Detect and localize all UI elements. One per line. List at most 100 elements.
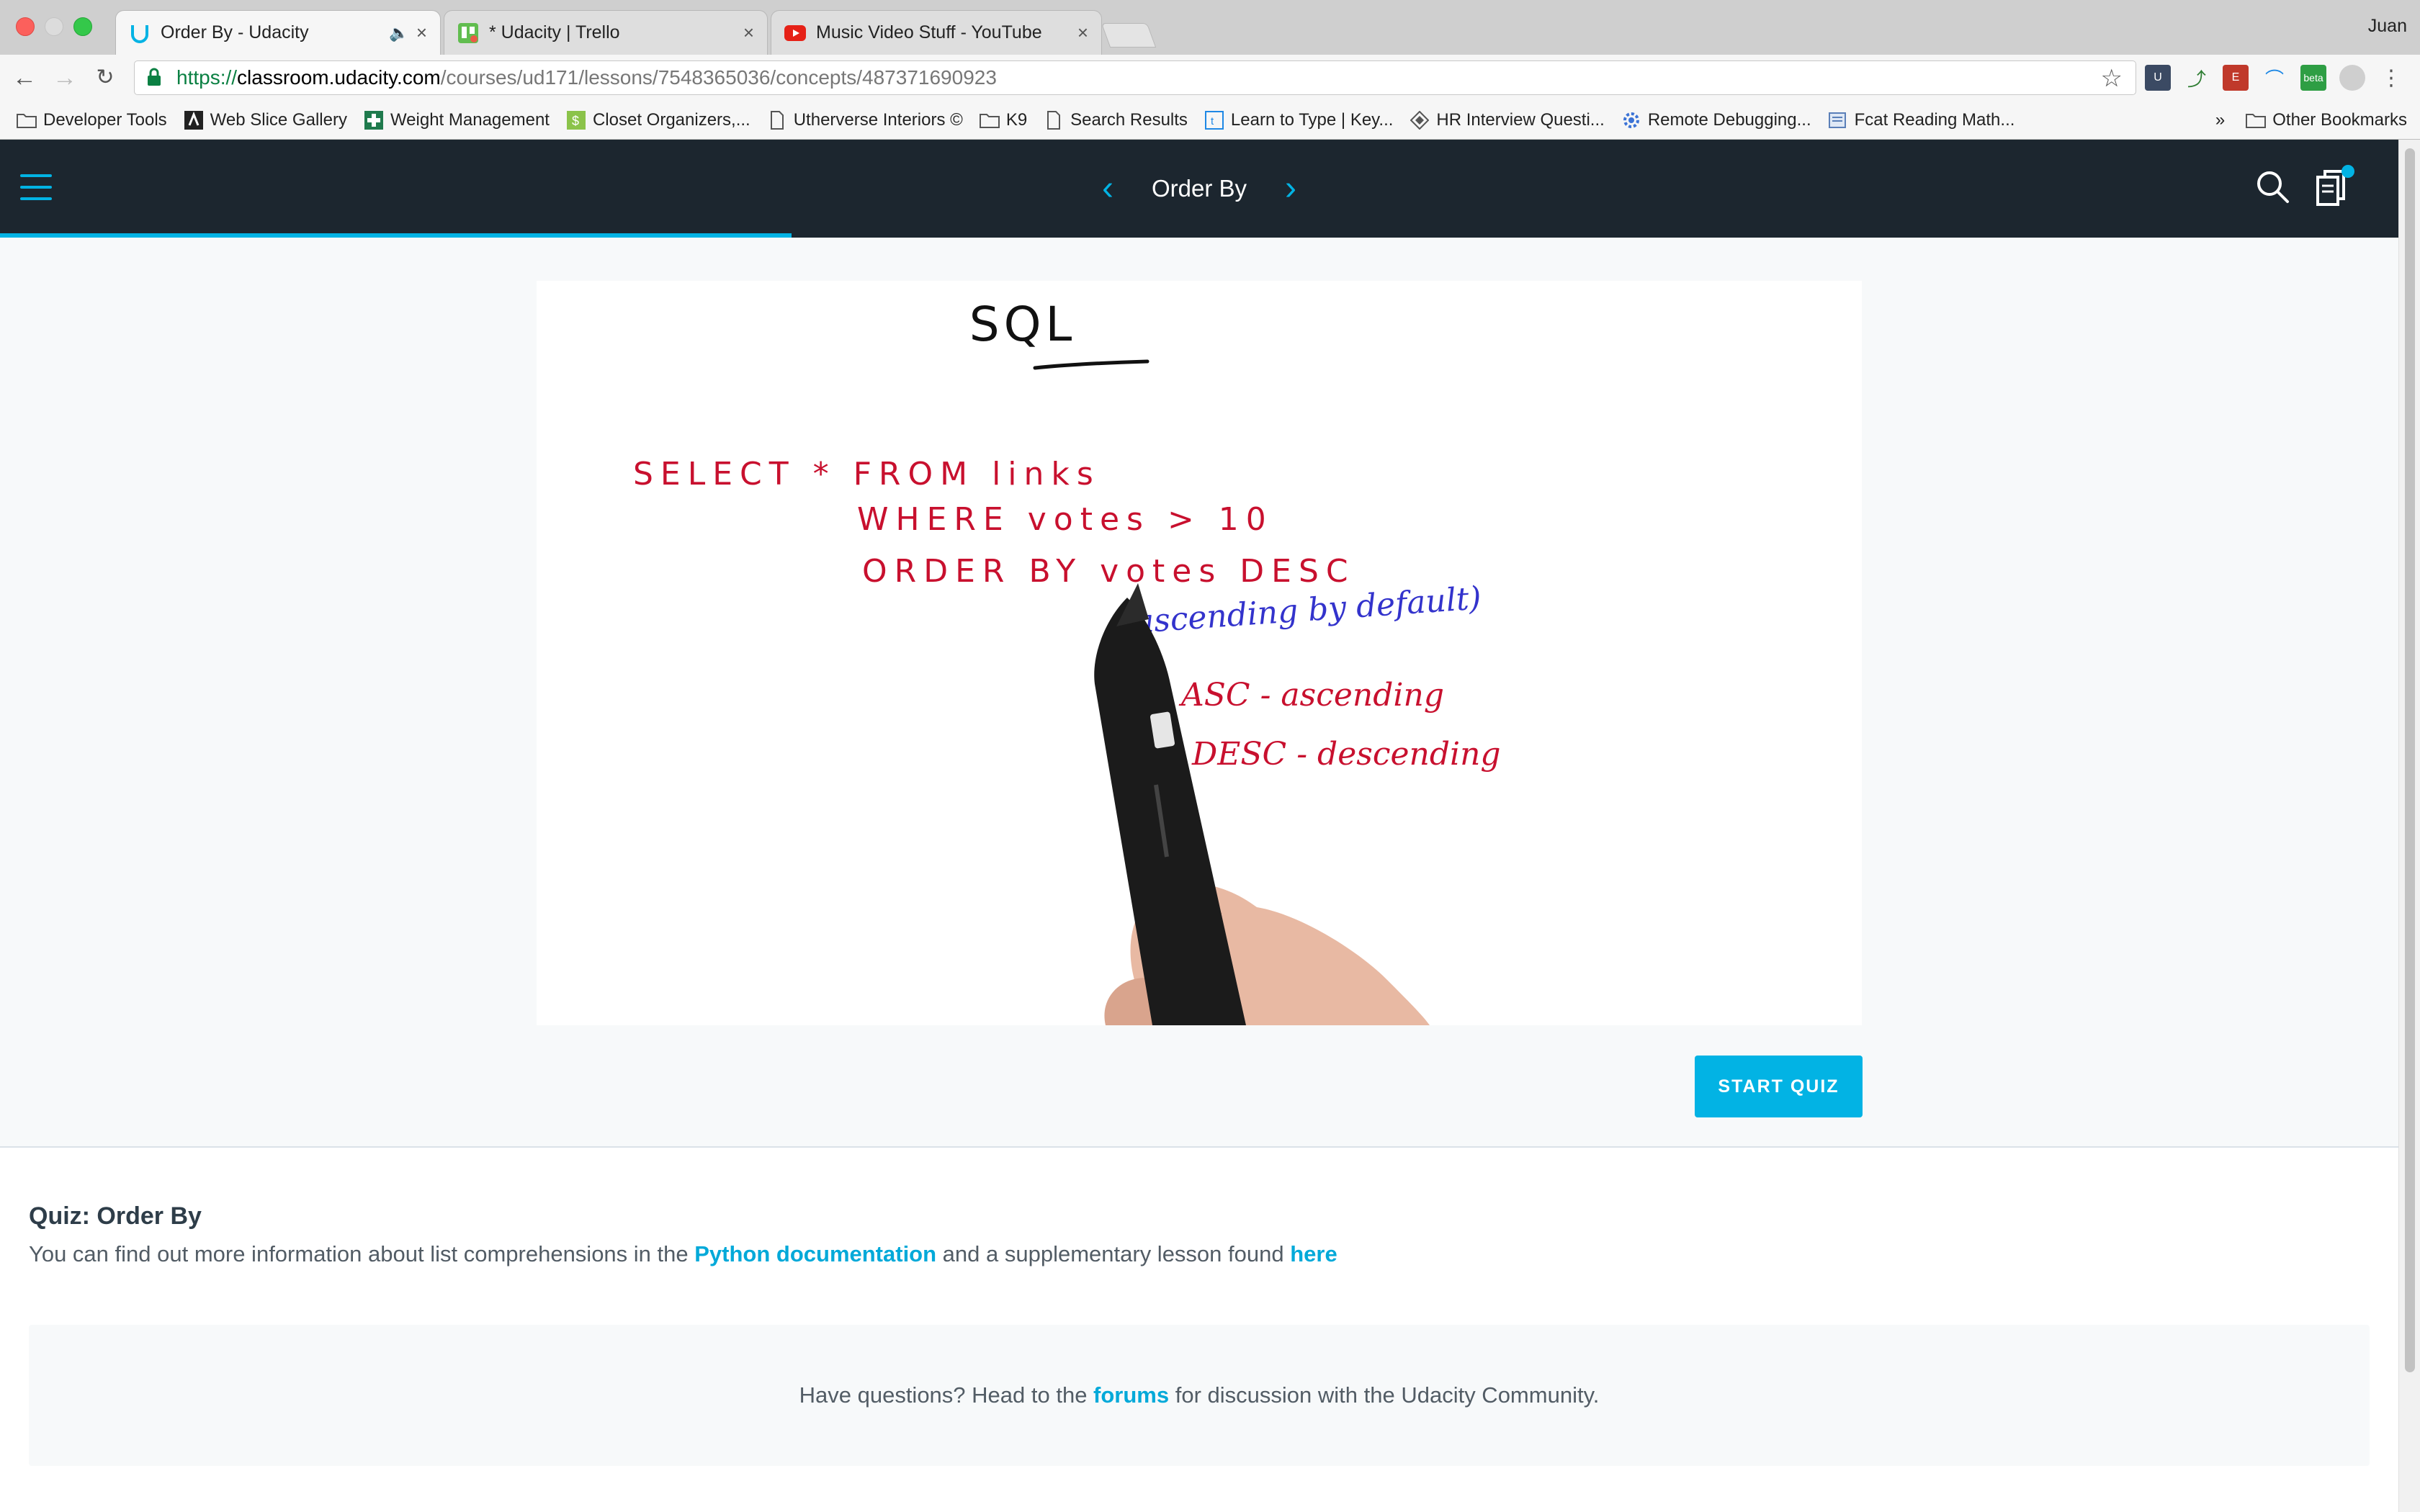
back-arrow-icon[interactable]: ← xyxy=(12,65,37,91)
resources-icon[interactable] xyxy=(2313,164,2357,209)
bookmark-label: Weight Management xyxy=(390,109,550,130)
browser-tab-strip: Order By - Udacity 🔈 × * Udacity | Trell… xyxy=(0,0,2420,55)
address-bar[interactable]: https://classroom.udacity.com/courses/ud… xyxy=(134,60,2136,95)
start-quiz-button[interactable]: START QUIZ xyxy=(1695,1056,1863,1117)
diamond-icon xyxy=(1409,110,1430,130)
bookmark-hr-interview[interactable]: HR Interview Questi... xyxy=(1409,109,1605,130)
search-icon[interactable] xyxy=(2254,168,2292,206)
lesson-video[interactable]: SQL SELECT * FROM links WHERE votes > 10… xyxy=(537,281,1862,1025)
udacity-extension-icon[interactable]: U xyxy=(2145,65,2171,91)
forums-callout: Have questions? Head to the forums for d… xyxy=(29,1325,2370,1466)
bookmark-fcat-reading[interactable]: Fcat Reading Math... xyxy=(1827,110,2015,130)
bookmark-star-icon[interactable]: ☆ xyxy=(2101,64,2123,93)
url-host: classroom.udacity.com xyxy=(237,66,441,89)
bookmark-label: K9 xyxy=(1005,109,1028,130)
svg-text:t: t xyxy=(1211,115,1214,127)
tab-youtube[interactable]: Music Video Stuff - YouTube × xyxy=(771,10,1102,55)
tab-title: Music Video Stuff - YouTube xyxy=(816,22,1042,42)
supplementary-lesson-link[interactable]: here xyxy=(1290,1241,1337,1266)
bookmarks-overflow-button[interactable]: » xyxy=(2215,110,2225,130)
code-line-select: SELECT * FROM links xyxy=(633,456,1101,492)
bookmark-utherverse[interactable]: Utherverse Interiors © xyxy=(766,110,963,130)
dollar-icon: $ xyxy=(565,110,587,130)
minimize-window-button[interactable] xyxy=(45,17,63,36)
close-tab-icon[interactable]: × xyxy=(416,22,427,44)
page-scrollbar[interactable] xyxy=(2398,140,2420,1512)
bookmark-label: Learn to Type | Key... xyxy=(1230,109,1394,130)
bookmark-search-results[interactable]: Search Results xyxy=(1043,110,1188,130)
hamburger-menu-icon[interactable] xyxy=(20,174,52,200)
trello-icon xyxy=(457,22,479,44)
close-window-button[interactable] xyxy=(16,17,35,36)
reload-icon[interactable]: ↻ xyxy=(92,65,118,91)
lesson-navigation: ‹ Order By › xyxy=(1102,168,1296,209)
forums-suffix: for discussion with the Udacity Communit… xyxy=(1169,1382,1600,1408)
heading-underline xyxy=(1033,359,1150,370)
beta-extension-icon[interactable]: beta xyxy=(2300,65,2326,91)
bookmarks-bar: Developer Tools Web Slice Gallery Weight… xyxy=(0,101,2420,140)
svg-text:$: $ xyxy=(572,114,579,128)
lesson-title: Order By xyxy=(1151,175,1247,202)
zoom-window-button[interactable] xyxy=(73,17,92,36)
bookmark-weight-management[interactable]: Weight Management xyxy=(363,110,550,130)
hand-with-pen-image xyxy=(1094,583,1430,1025)
url-path: /courses/ud171/lessons/7548365036/concep… xyxy=(440,66,997,89)
folder-icon xyxy=(2245,111,2267,130)
gray-extension-icon[interactable] xyxy=(2339,65,2365,91)
bookmark-label: Closet Organizers,... xyxy=(592,109,750,130)
page-icon xyxy=(1043,110,1065,130)
quiz-description: You can find out more information about … xyxy=(29,1241,1337,1267)
menu-kebab-icon[interactable]: ⋮ xyxy=(2378,65,2404,91)
new-tab-button[interactable] xyxy=(1101,23,1157,48)
gear-icon xyxy=(1621,111,1642,130)
video-section: SQL SELECT * FROM links WHERE votes > 10… xyxy=(0,238,2398,1148)
bookmark-label: Search Results xyxy=(1070,109,1188,130)
beta-badge: beta xyxy=(2303,72,2323,84)
forward-arrow-icon[interactable]: → xyxy=(52,65,78,91)
forums-prefix: Have questions? Head to the xyxy=(799,1382,1094,1408)
profile-name[interactable]: Juan xyxy=(2368,16,2407,37)
quiz-desc-middle: and a supplementary lesson found xyxy=(936,1241,1291,1266)
tab-trello[interactable]: * Udacity | Trello × xyxy=(444,10,768,55)
bookmark-k9[interactable]: K9 xyxy=(979,110,1027,130)
scrollbar-thumb[interactable] xyxy=(2405,148,2415,1372)
next-concept-chevron-icon[interactable]: › xyxy=(1285,168,1296,209)
bookmarks-right: » Other Bookmarks xyxy=(2215,101,2407,140)
browser-toolbar: ← → ↻ https://classroom.udacity.com/cour… xyxy=(0,55,2420,101)
bookmark-remote-debugging[interactable]: Remote Debugging... xyxy=(1621,110,1811,130)
evernote-extension-icon[interactable]: E xyxy=(2223,65,2249,91)
tab-order-by-udacity[interactable]: Order By - Udacity 🔈 × xyxy=(115,10,441,55)
code-line-order-by: ORDER BY votes DESC xyxy=(862,553,1355,590)
python-documentation-link[interactable]: Python documentation xyxy=(694,1241,936,1266)
doc-icon xyxy=(1827,111,1849,130)
speaker-icon[interactable]: 🔈 xyxy=(389,24,408,42)
bookmark-label: Remote Debugging... xyxy=(1647,109,1811,130)
close-tab-icon[interactable]: × xyxy=(1077,22,1088,44)
other-bookmarks[interactable]: Other Bookmarks xyxy=(2245,110,2407,130)
forums-link[interactable]: forums xyxy=(1093,1382,1169,1408)
url-scheme: https:// xyxy=(176,66,238,89)
bookmark-label: Utherverse Interiors © xyxy=(793,109,963,130)
quiz-title: Quiz: Order By xyxy=(29,1202,202,1230)
classroom-header: ‹ Order By › xyxy=(0,140,2398,238)
health-icon xyxy=(363,110,385,130)
tools-extension-icon[interactable]: ⤴ xyxy=(2184,65,2210,91)
lock-icon xyxy=(146,67,168,89)
typing-icon: t xyxy=(1204,110,1225,130)
previous-concept-chevron-icon[interactable]: ‹ xyxy=(1102,168,1113,209)
bookmark-label: HR Interview Questi... xyxy=(1436,109,1605,130)
folder-icon xyxy=(16,111,37,130)
rainbow-extension-icon[interactable]: ⌒ xyxy=(2262,65,2287,91)
extensions-area: U ⤴ E ⌒ beta ⋮ xyxy=(2145,63,2404,92)
bookmark-label: Web Slice Gallery xyxy=(210,109,347,130)
bookmark-learn-to-type[interactable]: t Learn to Type | Key... xyxy=(1204,110,1393,130)
close-tab-icon[interactable]: × xyxy=(743,22,754,44)
whiteboard-drawing: SQL SELECT * FROM links WHERE votes > 10… xyxy=(633,297,1501,1025)
other-bookmarks-label: Other Bookmarks xyxy=(2272,110,2407,130)
bookmark-closet-organizers[interactable]: $ Closet Organizers,... xyxy=(565,110,750,130)
bookmark-developer-tools[interactable]: Developer Tools xyxy=(16,110,167,130)
youtube-icon xyxy=(784,22,806,44)
bookmark-web-slice-gallery[interactable]: Web Slice Gallery xyxy=(183,110,347,130)
page-icon xyxy=(766,110,788,130)
ie-icon xyxy=(183,110,205,130)
